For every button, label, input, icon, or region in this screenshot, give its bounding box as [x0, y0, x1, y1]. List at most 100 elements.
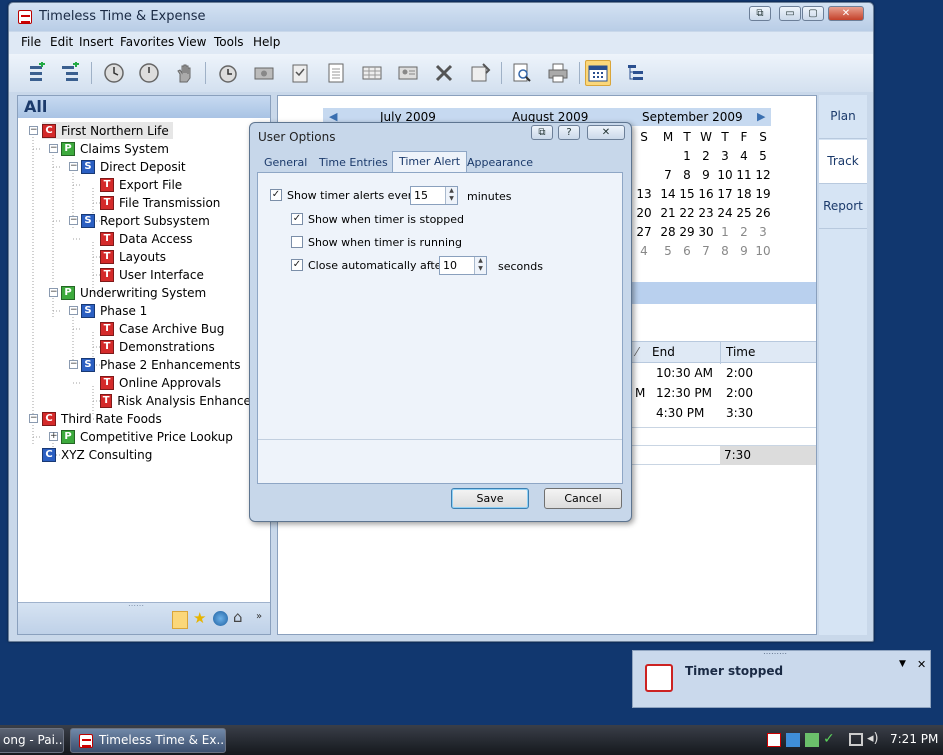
- delete-icon[interactable]: [431, 60, 457, 86]
- splitter-grip[interactable]: ⋯⋯: [128, 601, 144, 610]
- calendar-day[interactable]: 14: [659, 187, 677, 201]
- tab-timer-alert[interactable]: Timer Alert: [392, 151, 468, 173]
- calendar-day[interactable]: 20: [635, 206, 653, 220]
- calendar-day[interactable]: 2: [735, 225, 753, 239]
- save-button[interactable]: Save: [451, 488, 529, 509]
- entry-end-1[interactable]: 10:30 AM: [656, 366, 713, 380]
- calendar-day[interactable]: 30: [697, 225, 715, 239]
- favorites-star-icon[interactable]: ★: [193, 609, 206, 627]
- calendar-day[interactable]: 3: [716, 149, 734, 163]
- contact-card-icon[interactable]: [395, 60, 421, 86]
- column-header-end[interactable]: End: [652, 345, 675, 359]
- spinner-arrows-icon[interactable]: ▲ ▼: [445, 187, 457, 204]
- calendar-day[interactable]: 6: [678, 244, 696, 258]
- calendar-day[interactable]: 11: [735, 168, 753, 182]
- calendar-day[interactable]: 9: [735, 244, 753, 258]
- tree-node-client[interactable]: C Third Rate Foods: [42, 410, 162, 427]
- tree-node-subproject[interactable]: S Phase 2 Enhancements: [81, 356, 240, 373]
- calendar-day[interactable]: 3: [754, 225, 772, 239]
- tree-node-subproject[interactable]: S Direct Deposit: [81, 158, 186, 175]
- cancel-button[interactable]: Cancel: [544, 488, 622, 509]
- calendar-day[interactable]: 5: [659, 244, 677, 258]
- toast-menu-icon[interactable]: ▼: [899, 659, 906, 669]
- taskbar-timeless-item[interactable]: Timeless Time & Ex...: [70, 728, 226, 753]
- calendar-day[interactable]: 12: [754, 168, 772, 182]
- entry-end-3[interactable]: 4:30 PM: [656, 406, 704, 420]
- tab-track[interactable]: Track: [819, 140, 867, 184]
- dialog-help-button[interactable]: ?: [558, 125, 580, 140]
- column-header-time[interactable]: Time: [726, 345, 755, 359]
- menu-edit[interactable]: Edit: [50, 35, 73, 49]
- menu-file[interactable]: File: [21, 35, 41, 49]
- new-subitem-icon[interactable]: [57, 60, 83, 86]
- expander-phase-1[interactable]: −: [69, 306, 78, 315]
- tree-node-task[interactable]: T Risk Analysis Enhanceme: [100, 392, 270, 409]
- tray-shield-icon[interactable]: [805, 733, 819, 747]
- menu-view[interactable]: View: [178, 35, 206, 49]
- calendar-day[interactable]: 24: [716, 206, 734, 220]
- tree-view-icon[interactable]: [623, 60, 649, 86]
- globe-icon[interactable]: [213, 611, 228, 626]
- tray-clock[interactable]: 7:21 PM: [890, 732, 938, 746]
- expander-competitive-price[interactable]: +: [49, 432, 58, 441]
- tree-node-client[interactable]: C First Northern Life: [42, 122, 173, 139]
- taskbar-paint-item[interactable]: ong - Pai...: [0, 728, 64, 753]
- entry-end-2[interactable]: 12:30 PM: [656, 386, 712, 400]
- tree-node-task[interactable]: T Demonstrations: [100, 338, 215, 355]
- expander-first-northern-life[interactable]: −: [29, 126, 38, 135]
- calendar-view-icon[interactable]: [585, 60, 611, 86]
- tab-plan[interactable]: Plan: [819, 95, 867, 139]
- tree-node-task[interactable]: T File Transmission: [100, 194, 220, 211]
- calendar-day[interactable]: 19: [754, 187, 772, 201]
- clipboard-icon[interactable]: [287, 60, 313, 86]
- calendar-day[interactable]: 5: [754, 149, 772, 163]
- calendar-day[interactable]: 7: [697, 244, 715, 258]
- menu-insert[interactable]: Insert: [79, 35, 113, 49]
- menu-help[interactable]: Help: [253, 35, 280, 49]
- tab-time-entries[interactable]: Time Entries: [313, 153, 394, 173]
- calendar-day[interactable]: 10: [716, 168, 734, 182]
- tree-node-task[interactable]: T Export File: [100, 176, 182, 193]
- calendar-day[interactable]: 13: [635, 187, 653, 201]
- find-icon[interactable]: [509, 60, 535, 86]
- document-icon[interactable]: [323, 60, 349, 86]
- close-button[interactable]: ✕: [828, 6, 864, 21]
- minimize-button[interactable]: ▭: [779, 6, 801, 21]
- calendar-day[interactable]: 7: [659, 168, 677, 182]
- menu-tools[interactable]: Tools: [214, 35, 244, 49]
- expander-report-subsystem[interactable]: −: [69, 216, 78, 225]
- calendar-day[interactable]: 1: [678, 149, 696, 163]
- tree-node-task[interactable]: T Online Approvals: [100, 374, 221, 391]
- stop-timer-icon[interactable]: [136, 60, 162, 86]
- expander-claims-system[interactable]: −: [49, 144, 58, 153]
- title-bar[interactable]: Timeless Time & Expense ⧉ ▭ ▢ ✕: [9, 3, 873, 31]
- calendar-day[interactable]: 21: [659, 206, 677, 220]
- september-calendar-grid[interactable]: S M T W T F S 1 2 3 4 5 7 8 9 10 11 12 13 14 15 16 17 18 19 20 21 2…: [630, 130, 770, 260]
- calendar-day[interactable]: 1: [716, 225, 734, 239]
- calendar-day[interactable]: 2: [697, 149, 715, 163]
- maximize-button[interactable]: ▢: [802, 6, 824, 21]
- toast-close-icon[interactable]: ✕: [917, 658, 926, 671]
- calendar-day[interactable]: 23: [697, 206, 715, 220]
- new-item-icon[interactable]: [23, 60, 49, 86]
- tab-report[interactable]: Report: [819, 185, 867, 229]
- tree-node-client[interactable]: C XYZ Consulting: [42, 446, 152, 463]
- grid-icon[interactable]: [359, 60, 385, 86]
- expense-icon[interactable]: [251, 60, 277, 86]
- calendar-day[interactable]: 8: [716, 244, 734, 258]
- tab-appearance[interactable]: Appearance: [461, 153, 539, 173]
- show-when-running-checkbox[interactable]: [291, 236, 303, 248]
- entry-time-1[interactable]: 2:00: [726, 366, 753, 380]
- print-icon[interactable]: [545, 60, 571, 86]
- expander-third-rate-foods[interactable]: −: [29, 414, 38, 423]
- tray-network-icon[interactable]: [786, 733, 800, 747]
- next-month-icon[interactable]: ▶: [757, 110, 765, 123]
- calendar-day[interactable]: 26: [754, 206, 772, 220]
- start-timer-icon[interactable]: [101, 60, 127, 86]
- pause-hand-icon[interactable]: [172, 60, 198, 86]
- show-alerts-checkbox[interactable]: ✓: [270, 189, 282, 201]
- tree-node-task[interactable]: T Layouts: [100, 248, 166, 265]
- close-automatically-checkbox[interactable]: ✓: [291, 259, 303, 271]
- tree-view-toggle-icon[interactable]: [172, 611, 188, 629]
- close-after-spinner[interactable]: 10 ▲ ▼: [439, 256, 487, 275]
